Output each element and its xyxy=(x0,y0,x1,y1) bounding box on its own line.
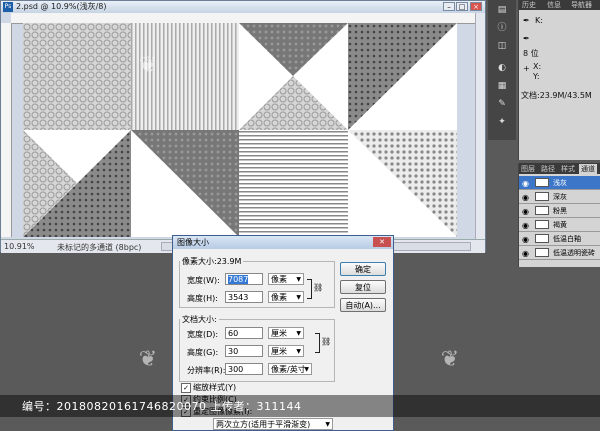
resample-method-select[interactable]: 两次立方(适用于平滑渐变) ▼ xyxy=(213,418,333,430)
watermark-text: 编号：20180820161746820070 上传者：311144 xyxy=(22,400,302,413)
ruler-left[interactable] xyxy=(1,23,12,237)
pattern-artwork xyxy=(23,23,457,237)
pixel-dimensions-label: 像素大小:23.9M xyxy=(182,257,242,266)
image-canvas[interactable] xyxy=(23,23,457,237)
width-unit-select[interactable]: 像素 ▼ xyxy=(268,273,304,285)
paths-icon[interactable]: ✎ xyxy=(494,98,510,110)
resolution-input[interactable]: 300 xyxy=(225,363,263,375)
watermark-logo: ❦ xyxy=(138,53,158,78)
document-title: 2.psd @ 10.9%(浅灰/8) xyxy=(16,2,107,11)
channel-thumbnail xyxy=(535,206,549,215)
watermark-logo: ❦ xyxy=(440,347,460,372)
document-titlebar[interactable]: Ps 2.psd @ 10.9%(浅灰/8) – □ × xyxy=(1,1,485,13)
x-label: X: xyxy=(533,62,542,71)
height-label: 高度(H): xyxy=(187,294,218,303)
channel-name: 低温透明瓷砖 xyxy=(553,249,595,257)
crosshair-icon: + xyxy=(523,64,530,73)
info-panel: 历史 信息 导航器 ✒ K: ✒ 8 位 + X: Y: 文档:23.9M/43… xyxy=(518,0,600,160)
channel-row[interactable]: ◉ 褐黄 xyxy=(519,218,600,232)
eye-icon[interactable]: ◉ xyxy=(522,179,529,188)
eye-icon[interactable]: ◉ xyxy=(522,221,529,230)
width-label: 宽度(W): xyxy=(187,276,220,285)
maximize-icon[interactable]: □ xyxy=(456,2,468,11)
channel-row[interactable]: ◉ 粉黑 xyxy=(519,204,600,218)
doc-width-unit-select[interactable]: 厘米 ▼ xyxy=(268,327,304,339)
eye-icon[interactable]: ◉ xyxy=(522,207,529,216)
reset-button[interactable]: 复位 xyxy=(340,280,386,294)
vertical-scrollbar[interactable] xyxy=(475,13,485,239)
resolution-label: 分辨率(R): xyxy=(187,366,226,375)
channel-row[interactable]: ◉ 深灰 xyxy=(519,190,600,204)
scale-styles-checkbox[interactable]: ✓ 缩放样式(Y) xyxy=(181,382,236,393)
document-window: Ps 2.psd @ 10.9%(浅灰/8) – □ × 10.91% 未标记的… xyxy=(0,0,486,253)
eyedropper-icon: ✒ xyxy=(523,34,530,43)
doc-height-unit-select[interactable]: 厘米 ▼ xyxy=(268,345,304,357)
tab-navigator[interactable]: 导航器 xyxy=(571,1,592,10)
channel-row[interactable]: ◉ 低温白釉 xyxy=(519,232,600,246)
channels-panel-tabs: 图层 路径 样式 通道 xyxy=(519,163,600,174)
channel-thumbnail xyxy=(535,234,549,243)
channel-row[interactable]: ◉ 浅灰 xyxy=(519,176,600,190)
adjustments-icon[interactable]: ◐ xyxy=(494,62,510,74)
channel-name: 深灰 xyxy=(553,193,567,201)
photoshop-icon: Ps xyxy=(3,2,13,12)
y-label: Y: xyxy=(533,72,540,81)
k-value-label: K: xyxy=(535,16,543,25)
auto-button[interactable]: 自动(A)... xyxy=(340,298,386,312)
channel-thumbnail xyxy=(535,192,549,201)
width-input[interactable]: 7087 xyxy=(225,273,263,285)
channel-row[interactable]: ◉ 低温透明瓷砖 xyxy=(519,246,600,260)
channel-thumbnail xyxy=(535,248,549,257)
chain-link-icon: ⛓ xyxy=(321,337,332,346)
tab-styles[interactable]: 样式 xyxy=(561,164,575,174)
ok-button[interactable]: 确定 xyxy=(340,262,386,276)
history-icon[interactable]: ▤ xyxy=(494,4,510,16)
watermark-bar: 编号：20180820161746820070 上传者：311144 xyxy=(0,395,600,417)
doc-width-label: 宽度(D): xyxy=(187,330,219,339)
link-bracket xyxy=(315,333,320,353)
info-icon[interactable]: ⓘ xyxy=(494,22,510,34)
doc-height-input[interactable]: 30 xyxy=(225,345,263,357)
channel-name: 粉黑 xyxy=(553,207,567,215)
doc-width-input[interactable]: 60 xyxy=(225,327,263,339)
channel-name: 低温白釉 xyxy=(553,235,581,243)
styles-icon[interactable]: ✦ xyxy=(494,116,510,128)
doc-size-readout: 文档:23.9M/43.5M xyxy=(521,91,592,100)
layers-icon[interactable]: ▦ xyxy=(494,80,510,92)
navigator-icon[interactable]: ◫ xyxy=(494,40,510,52)
eyedropper-icon: ✒ xyxy=(523,16,530,25)
status-text[interactable]: 未标记的多通道 (8bpc) xyxy=(57,242,141,253)
channel-thumbnail xyxy=(535,220,549,229)
channel-thumbnail xyxy=(535,178,549,187)
eye-icon[interactable]: ◉ xyxy=(522,235,529,244)
eye-icon[interactable]: ◉ xyxy=(522,193,529,202)
panel-icon-strip: ▤ ⓘ ◫ ◐ ▦ ✎ ✦ xyxy=(488,0,516,140)
close-icon[interactable]: × xyxy=(470,2,482,11)
dialog-titlebar[interactable]: 图像大小 ✕ xyxy=(173,236,393,249)
tab-history[interactable]: 历史 xyxy=(522,1,536,10)
chain-link-icon: ⛓ xyxy=(313,283,324,292)
channel-name: 褐黄 xyxy=(553,221,567,229)
tab-layers[interactable]: 图层 xyxy=(521,164,535,174)
zoom-field[interactable]: 10.91% xyxy=(4,242,35,251)
tab-info[interactable]: 信息 xyxy=(547,1,561,10)
minimize-icon[interactable]: – xyxy=(443,2,455,11)
dialog-title: 图像大小 xyxy=(177,238,209,247)
watermark-logo: ❦ xyxy=(138,347,158,372)
channel-name: 浅灰 xyxy=(553,179,567,187)
document-size-label: 文档大小: xyxy=(182,315,217,324)
height-input[interactable]: 3543 xyxy=(225,291,263,303)
tab-paths[interactable]: 路径 xyxy=(541,164,555,174)
eye-icon[interactable]: ◉ xyxy=(522,249,529,258)
doc-height-label: 高度(G): xyxy=(187,348,219,357)
channels-panel: 图层 路径 样式 通道 ◉ 浅灰 ◉ 深灰 ◉ 粉黑 ◉ 褐黄 ◉ 低温白釉 ◉… xyxy=(518,163,600,267)
height-unit-select[interactable]: 像素 ▼ xyxy=(268,291,304,303)
bit-depth: 8 位 xyxy=(523,49,539,58)
resolution-unit-select[interactable]: 像素/英寸 ▼ xyxy=(268,363,312,375)
link-bracket xyxy=(307,279,312,299)
tab-channels[interactable]: 通道 xyxy=(579,164,597,174)
info-panel-tabs: 历史 信息 导航器 xyxy=(519,0,600,10)
close-icon[interactable]: ✕ xyxy=(373,237,391,247)
